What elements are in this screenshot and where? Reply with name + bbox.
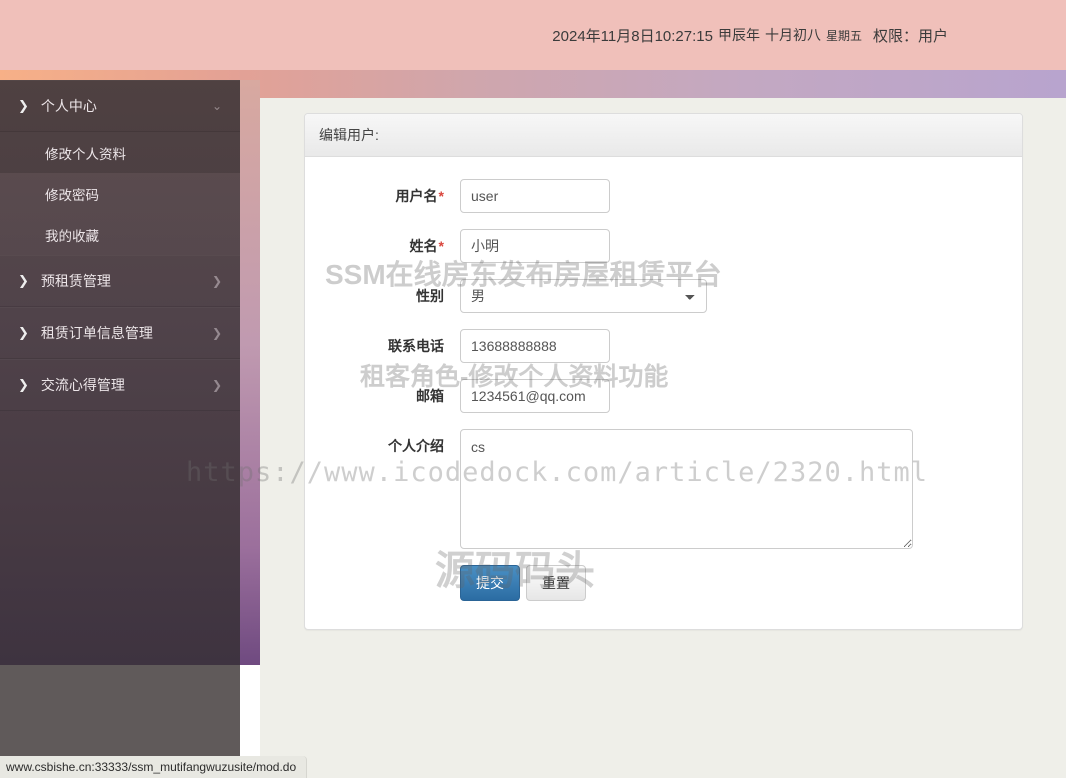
intro-textarea[interactable] (460, 429, 913, 549)
realname-input[interactable] (460, 229, 610, 263)
top-header: 2024年11月8日10:27:15 甲辰年 十月初八 星期五 权限：用户 (0, 0, 1066, 70)
form-row-intro: 个人介绍 (305, 429, 1002, 549)
label-username: 用户名* (305, 179, 460, 206)
header-weekday: 星期五 (825, 28, 862, 43)
sidebar: ❯ 个人中心 ⌄ 修改个人资料 修改密码 我的收藏 ❯ 预租赁管理 ❯ ❯ 租赁… (0, 80, 260, 665)
label-email-text: 邮箱 (416, 388, 444, 404)
header-datetime-info: 2024年11月8日10:27:15 甲辰年 十月初八 星期五 权限：用户 (552, 0, 948, 70)
label-email: 邮箱 (305, 379, 460, 406)
sidebar-item-exchange-management[interactable]: ❯ 交流心得管理 ❯ (0, 359, 240, 411)
label-intro-text: 个人介绍 (388, 438, 444, 454)
sidebar-item-label: 个人中心 (40, 98, 97, 114)
sidebar-item-edit-profile[interactable]: 修改个人资料 (0, 132, 240, 173)
phone-input[interactable] (460, 329, 610, 363)
form-row-realname: 姓名* (305, 229, 1002, 263)
sidebar-subitem-label: 修改个人资料 (45, 146, 126, 162)
sidebar-subitem-label: 修改密码 (45, 187, 99, 203)
label-realname-text: 姓名 (409, 238, 438, 254)
label-username-text: 用户名 (395, 188, 438, 204)
sidebar-item-personal-center[interactable]: ❯ 个人中心 ⌄ (0, 80, 240, 132)
sidebar-item-label: 交流心得管理 (40, 377, 125, 393)
label-gender: 性别 (305, 279, 460, 306)
main-content: 编辑用户: 用户名* 姓名* 性别 (260, 98, 1066, 778)
submit-button[interactable]: 提交 (460, 565, 520, 601)
form-row-gender: 性别 男女 (305, 279, 1002, 313)
chevron-right-icon: ❯ (18, 98, 29, 113)
sidebar-item-label: 租赁订单信息管理 (40, 325, 153, 341)
panel-title: 编辑用户: (319, 127, 379, 143)
label-phone: 联系电话 (305, 329, 460, 356)
header-datetime: 2024年11月8日10:27:15 (552, 27, 713, 45)
app-window: 2024年11月8日10:27:15 甲辰年 十月初八 星期五 权限：用户 智能… (0, 0, 1066, 778)
sidebar-item-label: 预租赁管理 (40, 273, 111, 289)
required-marker: * (438, 188, 444, 204)
chevron-right-icon: ❯ (18, 377, 29, 392)
header-lunar-date: 十月初八 (764, 27, 821, 43)
chevron-down-icon: ⌄ (211, 99, 222, 113)
sidebar-subitem-label: 我的收藏 (45, 228, 99, 244)
sidebar-group-lease-orders: ❯ 租赁订单信息管理 ❯ (0, 307, 260, 359)
sidebar-item-prelease-management[interactable]: ❯ 预租赁管理 ❯ (0, 255, 240, 307)
header-ganzhi: 甲辰年 (717, 27, 760, 43)
required-marker: * (438, 238, 444, 254)
form-row-email: 邮箱 (305, 379, 1002, 413)
chevron-right-icon: ❯ (211, 378, 222, 392)
sidebar-item-change-password[interactable]: 修改密码 (0, 173, 240, 214)
sidebar-submenu-personal-center: 修改个人资料 修改密码 我的收藏 (0, 132, 260, 255)
sidebar-item-my-favorites[interactable]: 我的收藏 (0, 214, 240, 255)
edit-user-panel: 编辑用户: 用户名* 姓名* 性别 (304, 113, 1023, 630)
label-realname: 姓名* (305, 229, 460, 256)
status-bar-url: www.csbishe.cn:33333/ssm_mutifangwuzusit… (6, 760, 297, 774)
sidebar-item-lease-order-management[interactable]: ❯ 租赁订单信息管理 ❯ (0, 307, 240, 359)
form-row-phone: 联系电话 (305, 329, 1002, 363)
panel-header: 编辑用户: (305, 114, 1022, 157)
sidebar-group-prelease: ❯ 预租赁管理 ❯ (0, 255, 260, 307)
header-role-text: 权限：用户 (872, 27, 948, 45)
form-actions: 提交 重置 (305, 565, 1002, 601)
email-input[interactable] (460, 379, 610, 413)
username-input[interactable] (460, 179, 610, 213)
label-intro: 个人介绍 (305, 429, 460, 456)
chevron-right-icon: ❯ (211, 274, 222, 288)
edit-user-form: 用户名* 姓名* 性别 男女 (305, 157, 1022, 629)
sidebar-group-exchange: ❯ 交流心得管理 ❯ (0, 359, 260, 411)
form-row-username: 用户名* (305, 179, 1002, 213)
gender-select[interactable]: 男女 (460, 279, 707, 313)
sidebar-accent-strip (240, 80, 260, 665)
sidebar-group-personal-center: ❯ 个人中心 ⌄ 修改个人资料 修改密码 我的收藏 (0, 80, 260, 255)
reset-button[interactable]: 重置 (526, 565, 586, 601)
chevron-right-icon: ❯ (18, 325, 29, 340)
label-phone-text: 联系电话 (388, 338, 444, 354)
label-gender-text: 性别 (416, 288, 444, 304)
chevron-right-icon: ❯ (18, 273, 29, 288)
browser-status-bar: www.csbishe.cn:33333/ssm_mutifangwuzusit… (0, 756, 308, 778)
chevron-right-icon: ❯ (211, 326, 222, 340)
